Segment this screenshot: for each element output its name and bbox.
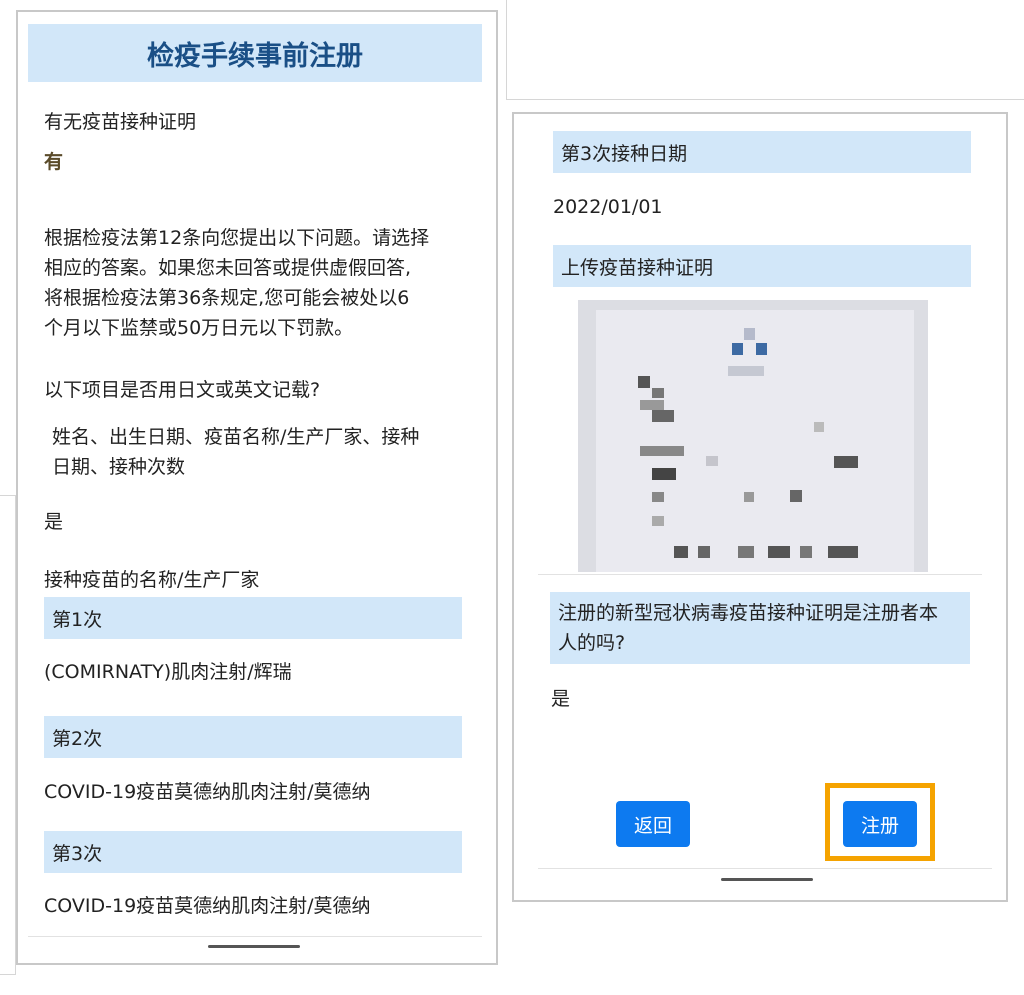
required-items-line-1: 姓名、出生日期、疫苗名称/生产厂家、接种 (52, 426, 420, 448)
blur-block (652, 516, 664, 526)
blur-block (800, 546, 812, 558)
bottom-divider (538, 868, 992, 869)
blur-block (706, 456, 718, 466)
vaccine-certificate-image (578, 300, 928, 572)
register-button[interactable]: 注册 (843, 801, 917, 847)
blur-block (674, 546, 688, 558)
blur-block (640, 400, 664, 410)
self-cert-answer: 是 (551, 688, 571, 710)
blur-block (652, 410, 674, 422)
vaccine-cert-answer: 有 (44, 151, 64, 173)
notice-line-4: 个月以下监禁或50万日元以下罚款。 (44, 317, 354, 339)
dose-2-label: 第2次 (44, 716, 462, 758)
blur-block (640, 446, 684, 456)
dose-3-value: COVID-19疫苗莫德纳肌肉注射/莫德纳 (44, 895, 371, 917)
back-button[interactable]: 返回 (616, 801, 690, 847)
blur-block (728, 366, 764, 376)
self-cert-question-line-2: 人的吗? (558, 632, 626, 654)
blur-block (768, 546, 790, 558)
blur-block (652, 388, 664, 398)
background-frame (0, 495, 16, 975)
dose-3-label: 第3次 (44, 831, 462, 873)
section-divider (538, 574, 982, 575)
blur-block (744, 492, 754, 502)
right-phone-screen: 第3次接种日期 2022/01/01 上传疫苗接种证明 注册的新型冠状病毒疫苗接… (512, 112, 1008, 902)
notice-line-2: 相应的答案。如果您未回答或提供虚假回答, (44, 257, 412, 279)
blur-block (756, 343, 767, 355)
required-items-line-2: 日期、接种次数 (52, 456, 186, 478)
language-question: 以下项目是否用日文或英文记载? (44, 379, 321, 401)
page-title: 检疫手续事前注册 (28, 24, 482, 82)
self-cert-question-line-1: 注册的新型冠状病毒疫苗接种证明是注册者本 (558, 602, 939, 624)
dose-2-value: COVID-19疫苗莫德纳肌肉注射/莫德纳 (44, 781, 371, 803)
blur-block (652, 492, 664, 502)
bottom-divider (28, 936, 482, 937)
upload-cert-label: 上传疫苗接种证明 (553, 245, 971, 287)
blur-block (744, 328, 755, 340)
vaccine-name-label: 接种疫苗的名称/生产厂家 (44, 569, 260, 591)
blur-block (738, 546, 754, 558)
dose-1-label: 第1次 (44, 597, 462, 639)
blur-block (814, 422, 824, 432)
home-indicator[interactable] (208, 945, 300, 948)
blur-block (638, 376, 650, 388)
blur-block (652, 468, 676, 480)
dose-1-value: (COMIRNATY)肌肉注射/辉瑞 (44, 661, 292, 683)
certificate-paper (596, 310, 914, 572)
blur-block (732, 343, 743, 355)
vaccine-cert-question: 有无疫苗接种证明 (44, 111, 197, 133)
notice-line-1: 根据检疫法第12条向您提出以下问题。请选择 (44, 227, 430, 249)
blur-block (828, 546, 858, 558)
left-phone-screen: 检疫手续事前注册 有无疫苗接种证明 有 根据检疫法第12条向您提出以下问题。请选… (16, 10, 498, 965)
blur-block (790, 490, 802, 502)
language-answer: 是 (44, 511, 64, 533)
third-dose-date-value: 2022/01/01 (553, 196, 663, 218)
background-frame (506, 0, 1024, 100)
third-dose-date-label: 第3次接种日期 (553, 131, 971, 173)
notice-line-3: 将根据检疫法第36条规定,您可能会被处以6 (44, 287, 410, 309)
blur-block (698, 546, 710, 558)
home-indicator[interactable] (721, 878, 813, 881)
blur-block (834, 456, 858, 468)
self-cert-question: 注册的新型冠状病毒疫苗接种证明是注册者本 人的吗? (550, 592, 970, 664)
